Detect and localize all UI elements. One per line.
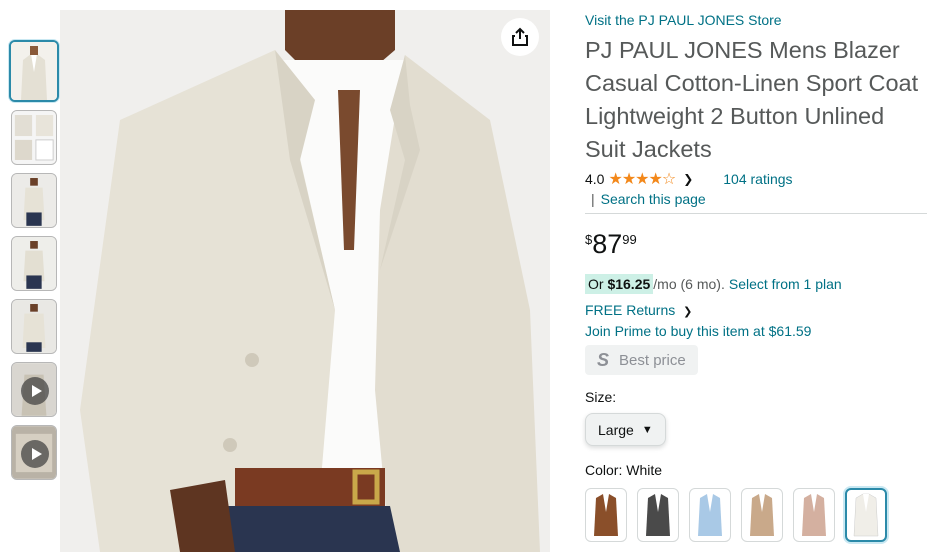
play-icon (21, 377, 49, 405)
chevron-down-icon: ❯ (683, 306, 693, 318)
price-fraction: 99 (622, 232, 637, 247)
thumbnail-1[interactable] (9, 40, 59, 102)
product-info: Visit the PJ PAUL JONES Store PJ PAUL JO… (585, 12, 930, 542)
prime-offer-link[interactable]: Join Prime to buy this item at $61.59 (585, 323, 930, 339)
select-plan-link[interactable]: Select from 1 plan (729, 276, 842, 292)
chevron-down-icon[interactable]: ❯ (683, 172, 693, 186)
ratings-count-link[interactable]: 104 ratings (723, 171, 792, 187)
search-page-link[interactable]: Search this page (601, 191, 706, 207)
thumbnail-video-1[interactable] (11, 362, 57, 417)
swatch-light-blue[interactable] (689, 488, 731, 542)
monthly-amount: $16.25 (607, 276, 651, 292)
separator: | (591, 191, 595, 207)
thumbnail-video-2[interactable] (11, 425, 57, 480)
share-button[interactable] (501, 18, 539, 56)
free-returns-label: FREE Returns (585, 302, 676, 318)
store-link[interactable]: Visit the PJ PAUL JONES Store (585, 12, 930, 28)
size-label: Size: (585, 389, 617, 405)
color-swatches (585, 488, 930, 542)
monthly-prefix: Or (588, 276, 608, 292)
swatch-dark-gray[interactable] (637, 488, 679, 542)
monthly-highlight: Or $16.25 (585, 274, 654, 294)
thumbnail-5[interactable] (11, 299, 57, 354)
thumbnail-2[interactable] (11, 110, 57, 165)
price: $ 87 99 (585, 230, 930, 264)
rating-row: 4.0 ★★★★☆ ❯ 104 ratings (585, 168, 930, 190)
color-label: Color: White (585, 462, 930, 478)
color-selected: White (626, 462, 663, 478)
thumbnail-4[interactable] (11, 236, 57, 291)
price-whole: 87 (592, 229, 623, 259)
size-selected: Large (598, 421, 634, 438)
main-product-image[interactable] (60, 10, 550, 552)
thumbnail-strip (8, 40, 59, 488)
best-price-badge: S Best price (585, 345, 698, 375)
monthly-period: /mo (6 mo). (653, 276, 725, 292)
thumbnail-3[interactable] (11, 173, 57, 228)
color-label-text: Color: (585, 462, 627, 478)
swatch-brown[interactable] (585, 488, 627, 542)
best-price-label: Best price (619, 351, 686, 369)
swatch-pink-beige[interactable] (793, 488, 835, 542)
swatch-white[interactable] (845, 488, 887, 542)
product-title: PJ PAUL JONES Mens Blazer Casual Cotton-… (585, 37, 919, 162)
play-icon (21, 440, 49, 468)
swatch-khaki[interactable] (741, 488, 783, 542)
price-symbol: $ (585, 232, 593, 247)
chevron-down-icon: ▼ (641, 423, 653, 436)
divider (585, 213, 927, 214)
monthly-payment: Or $16.25 /mo (6 mo). Select from 1 plan (585, 274, 930, 294)
best-price-icon: S (597, 349, 610, 370)
free-returns[interactable]: FREE Returns ❯ (585, 302, 930, 318)
star-rating-icon[interactable]: ★★★★☆ (608, 169, 676, 189)
rating-value: 4.0 (585, 171, 605, 187)
size-dropdown[interactable]: Large ▼ (585, 413, 666, 446)
share-icon (512, 27, 528, 46)
search-page-row: | Search this page (585, 191, 930, 207)
